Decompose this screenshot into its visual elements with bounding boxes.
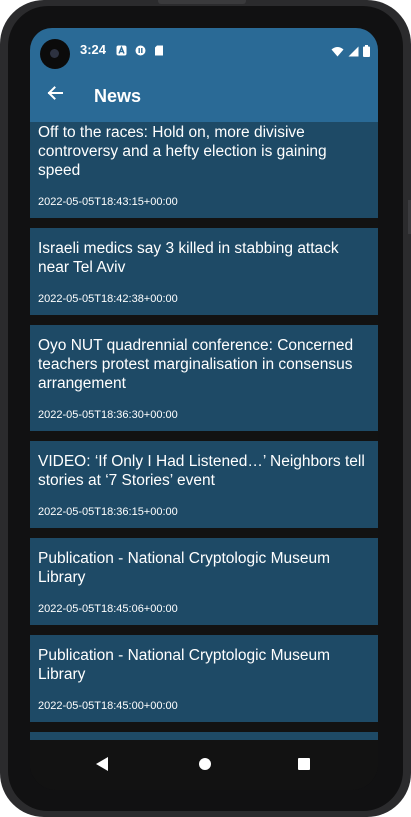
news-title: VIDEO: ‘If Only I Had Listened…’ Neighbo… <box>38 453 365 489</box>
front-camera <box>40 39 70 69</box>
page-title: News <box>94 86 142 106</box>
back-button[interactable] <box>42 82 68 108</box>
news-date: 2022-05-05T18:42:38+00:00 <box>38 293 178 305</box>
back-triangle-icon[interactable] <box>95 756 109 777</box>
navigation-bar <box>30 740 378 790</box>
news-title: Israeli medics say 3 killed in stabbing … <box>38 240 339 276</box>
news-date: 2022-05-05T18:45:00+00:00 <box>38 700 178 712</box>
system-icons <box>331 44 370 62</box>
news-card[interactable]: Israeli medics say 3 killed in stabbing … <box>30 228 378 315</box>
news-card[interactable]: Publication - National Cryptologic Museu… <box>30 538 378 625</box>
home-circle-icon[interactable] <box>198 757 212 776</box>
phone-frame: 3:24 News Off to the races: Hold on, mor… <box>0 0 411 817</box>
notification-icons <box>116 43 164 61</box>
wifi-icon <box>331 44 344 62</box>
status-time: 3:24 <box>80 42 107 57</box>
news-title: Publication - National Cryptologic Museu… <box>38 647 331 683</box>
signal-icon <box>348 44 359 62</box>
news-date: 2022-05-05T18:45:06+00:00 <box>38 603 178 615</box>
news-card[interactable]: VIDEO: ‘If Only I Had Listened…’ Neighbo… <box>30 441 378 528</box>
arrow-left-icon <box>46 84 64 107</box>
news-date: 2022-05-05T18:36:30+00:00 <box>38 409 178 421</box>
news-card[interactable]: Off to the races: Hold on, more divisive… <box>30 122 378 218</box>
news-card[interactable]: Oyo NUT quadrennial conference: Concerne… <box>30 325 378 431</box>
recents-square-icon[interactable] <box>297 757 311 776</box>
news-card-partial[interactable] <box>30 732 378 740</box>
news-title: Publication - National Cryptologic Museu… <box>38 550 331 586</box>
sd-card-icon <box>154 43 164 61</box>
news-title: Oyo NUT quadrennial conference: Concerne… <box>38 337 354 392</box>
status-bar: 3:24 <box>30 28 378 70</box>
pause-circle-icon <box>135 43 146 61</box>
news-date: 2022-05-05T18:36:15+00:00 <box>38 506 178 518</box>
battery-icon <box>363 44 370 62</box>
screen: 3:24 News Off to the races: Hold on, mor… <box>30 28 378 790</box>
speaker-grille <box>158 0 246 4</box>
news-title: Off to the races: Hold on, more divisive… <box>38 124 327 179</box>
app-bar: News <box>30 70 378 122</box>
a-icon <box>116 43 127 61</box>
news-card[interactable]: Publication - National Cryptologic Museu… <box>30 635 378 722</box>
news-date: 2022-05-05T18:43:15+00:00 <box>38 196 178 208</box>
news-list[interactable]: Off to the races: Hold on, more divisive… <box>30 122 378 740</box>
